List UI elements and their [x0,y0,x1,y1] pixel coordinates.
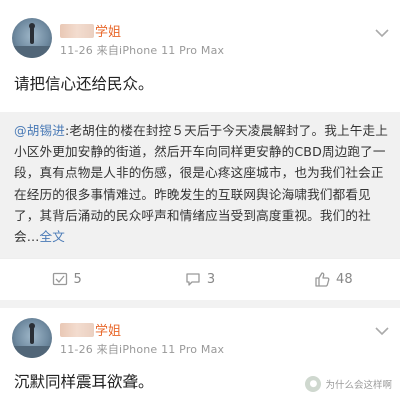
username-text: 学姐 [95,25,122,40]
action-bar: 5 3 48 [0,258,400,300]
username-redacted [60,23,94,38]
post-text: 沉默同样震耳欲聋。 [14,373,154,391]
like-button[interactable]: 48 [267,272,400,287]
post-meta: 11-26 来自iPhone 11 Pro Max [60,44,225,57]
post-card: 学姐 11-26 来自iPhone 11 Pro Max 请把信心还给民众。 @… [0,0,400,300]
repost-button[interactable]: 5 [0,272,133,287]
avatar-figure [30,326,34,344]
avatar-figure [30,26,34,44]
mention-link[interactable]: @胡锡进 [14,123,65,138]
watermark-text: 为什么会这样啊 [325,380,392,391]
username-text: 学姐 [95,324,122,339]
avatar-ground [12,346,52,358]
repost-text: @胡锡进:老胡住的楼在封控５天后于今天凌晨解封了。我上午走上小区外更加安静的街道… [14,120,392,247]
post-meta: 11-26 来自iPhone 11 Pro Max [60,343,225,356]
thumbs-up-icon [315,271,330,287]
read-more-link[interactable]: 全文 [40,229,66,244]
like-count: 48 [336,271,353,287]
comment-count: 3 [206,271,216,287]
watermark: ● 为什么会这样啊 [305,376,392,392]
repost-body: :老胡住的楼在封控５天后于今天凌晨解封了。我上午走上小区外更加安静的街道，然后开… [14,123,388,245]
avatar[interactable] [12,18,52,58]
avatar[interactable] [12,318,52,358]
username-redacted [60,322,94,337]
repost-block[interactable]: @胡锡进:老胡住的楼在封控５天后于今天凌晨解封了。我上午走上小区外更加安静的街道… [0,112,400,258]
chevron-down-icon[interactable] [374,326,390,336]
comment-icon [186,272,200,286]
username[interactable]: 学姐 [60,320,121,339]
comment-button[interactable]: 3 [133,272,266,287]
chevron-down-icon[interactable] [374,28,390,38]
username[interactable]: 学姐 [60,21,121,40]
avatar-ground [12,46,52,58]
repost-icon [52,272,67,286]
post-text: 请把信心还给民众。 [14,75,154,93]
watermark-logo-icon: ● [305,376,322,392]
repost-count: 5 [73,271,82,287]
